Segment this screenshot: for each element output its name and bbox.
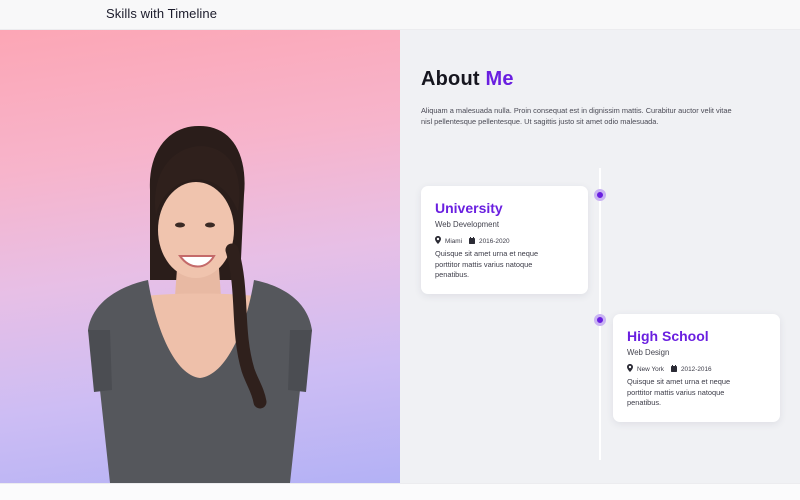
card-location: New York — [637, 365, 664, 373]
about-section: About Me Aliquam a malesuada nulla. Proi… — [400, 30, 800, 483]
card-description: Quisque sit amet urna et neque porttitor… — [627, 377, 731, 407]
card-description: Quisque sit amet urna et neque porttitor… — [435, 249, 539, 279]
about-heading-main: About — [421, 68, 480, 90]
footer — [0, 483, 800, 500]
card-years: 2012-2016 — [681, 365, 712, 373]
card-subtitle: Web Design — [627, 348, 670, 357]
about-heading-accent: Me — [485, 68, 514, 90]
card-title: University — [435, 200, 503, 216]
top-bar: Skills with Timeline — [0, 0, 800, 30]
card-meta: Miami 2016-2020 — [435, 236, 510, 246]
timeline-dot — [594, 189, 606, 201]
portrait-illustration — [88, 125, 312, 483]
card-meta: New York 2012-2016 — [627, 364, 712, 374]
timeline-dot — [594, 314, 606, 326]
site-title[interactable]: Skills with Timeline — [106, 6, 217, 21]
calendar-icon — [469, 236, 476, 246]
card-title: High School — [627, 328, 709, 344]
about-heading: About Me — [421, 68, 514, 91]
map-marker-icon — [627, 364, 633, 374]
card-location: Miami — [445, 237, 463, 245]
map-marker-icon — [435, 236, 441, 246]
card-years: 2016-2020 — [479, 237, 510, 245]
hero-image — [0, 30, 400, 483]
timeline-card-university: University Web Development Miami 2016-20… — [421, 186, 588, 294]
card-subtitle: Web Development — [435, 220, 499, 229]
timeline-card-high-school: High School Web Design New York 2012-201… — [613, 314, 780, 422]
calendar-icon — [671, 364, 677, 374]
about-description: Aliquam a malesuada nulla. Proin consequ… — [421, 106, 732, 126]
